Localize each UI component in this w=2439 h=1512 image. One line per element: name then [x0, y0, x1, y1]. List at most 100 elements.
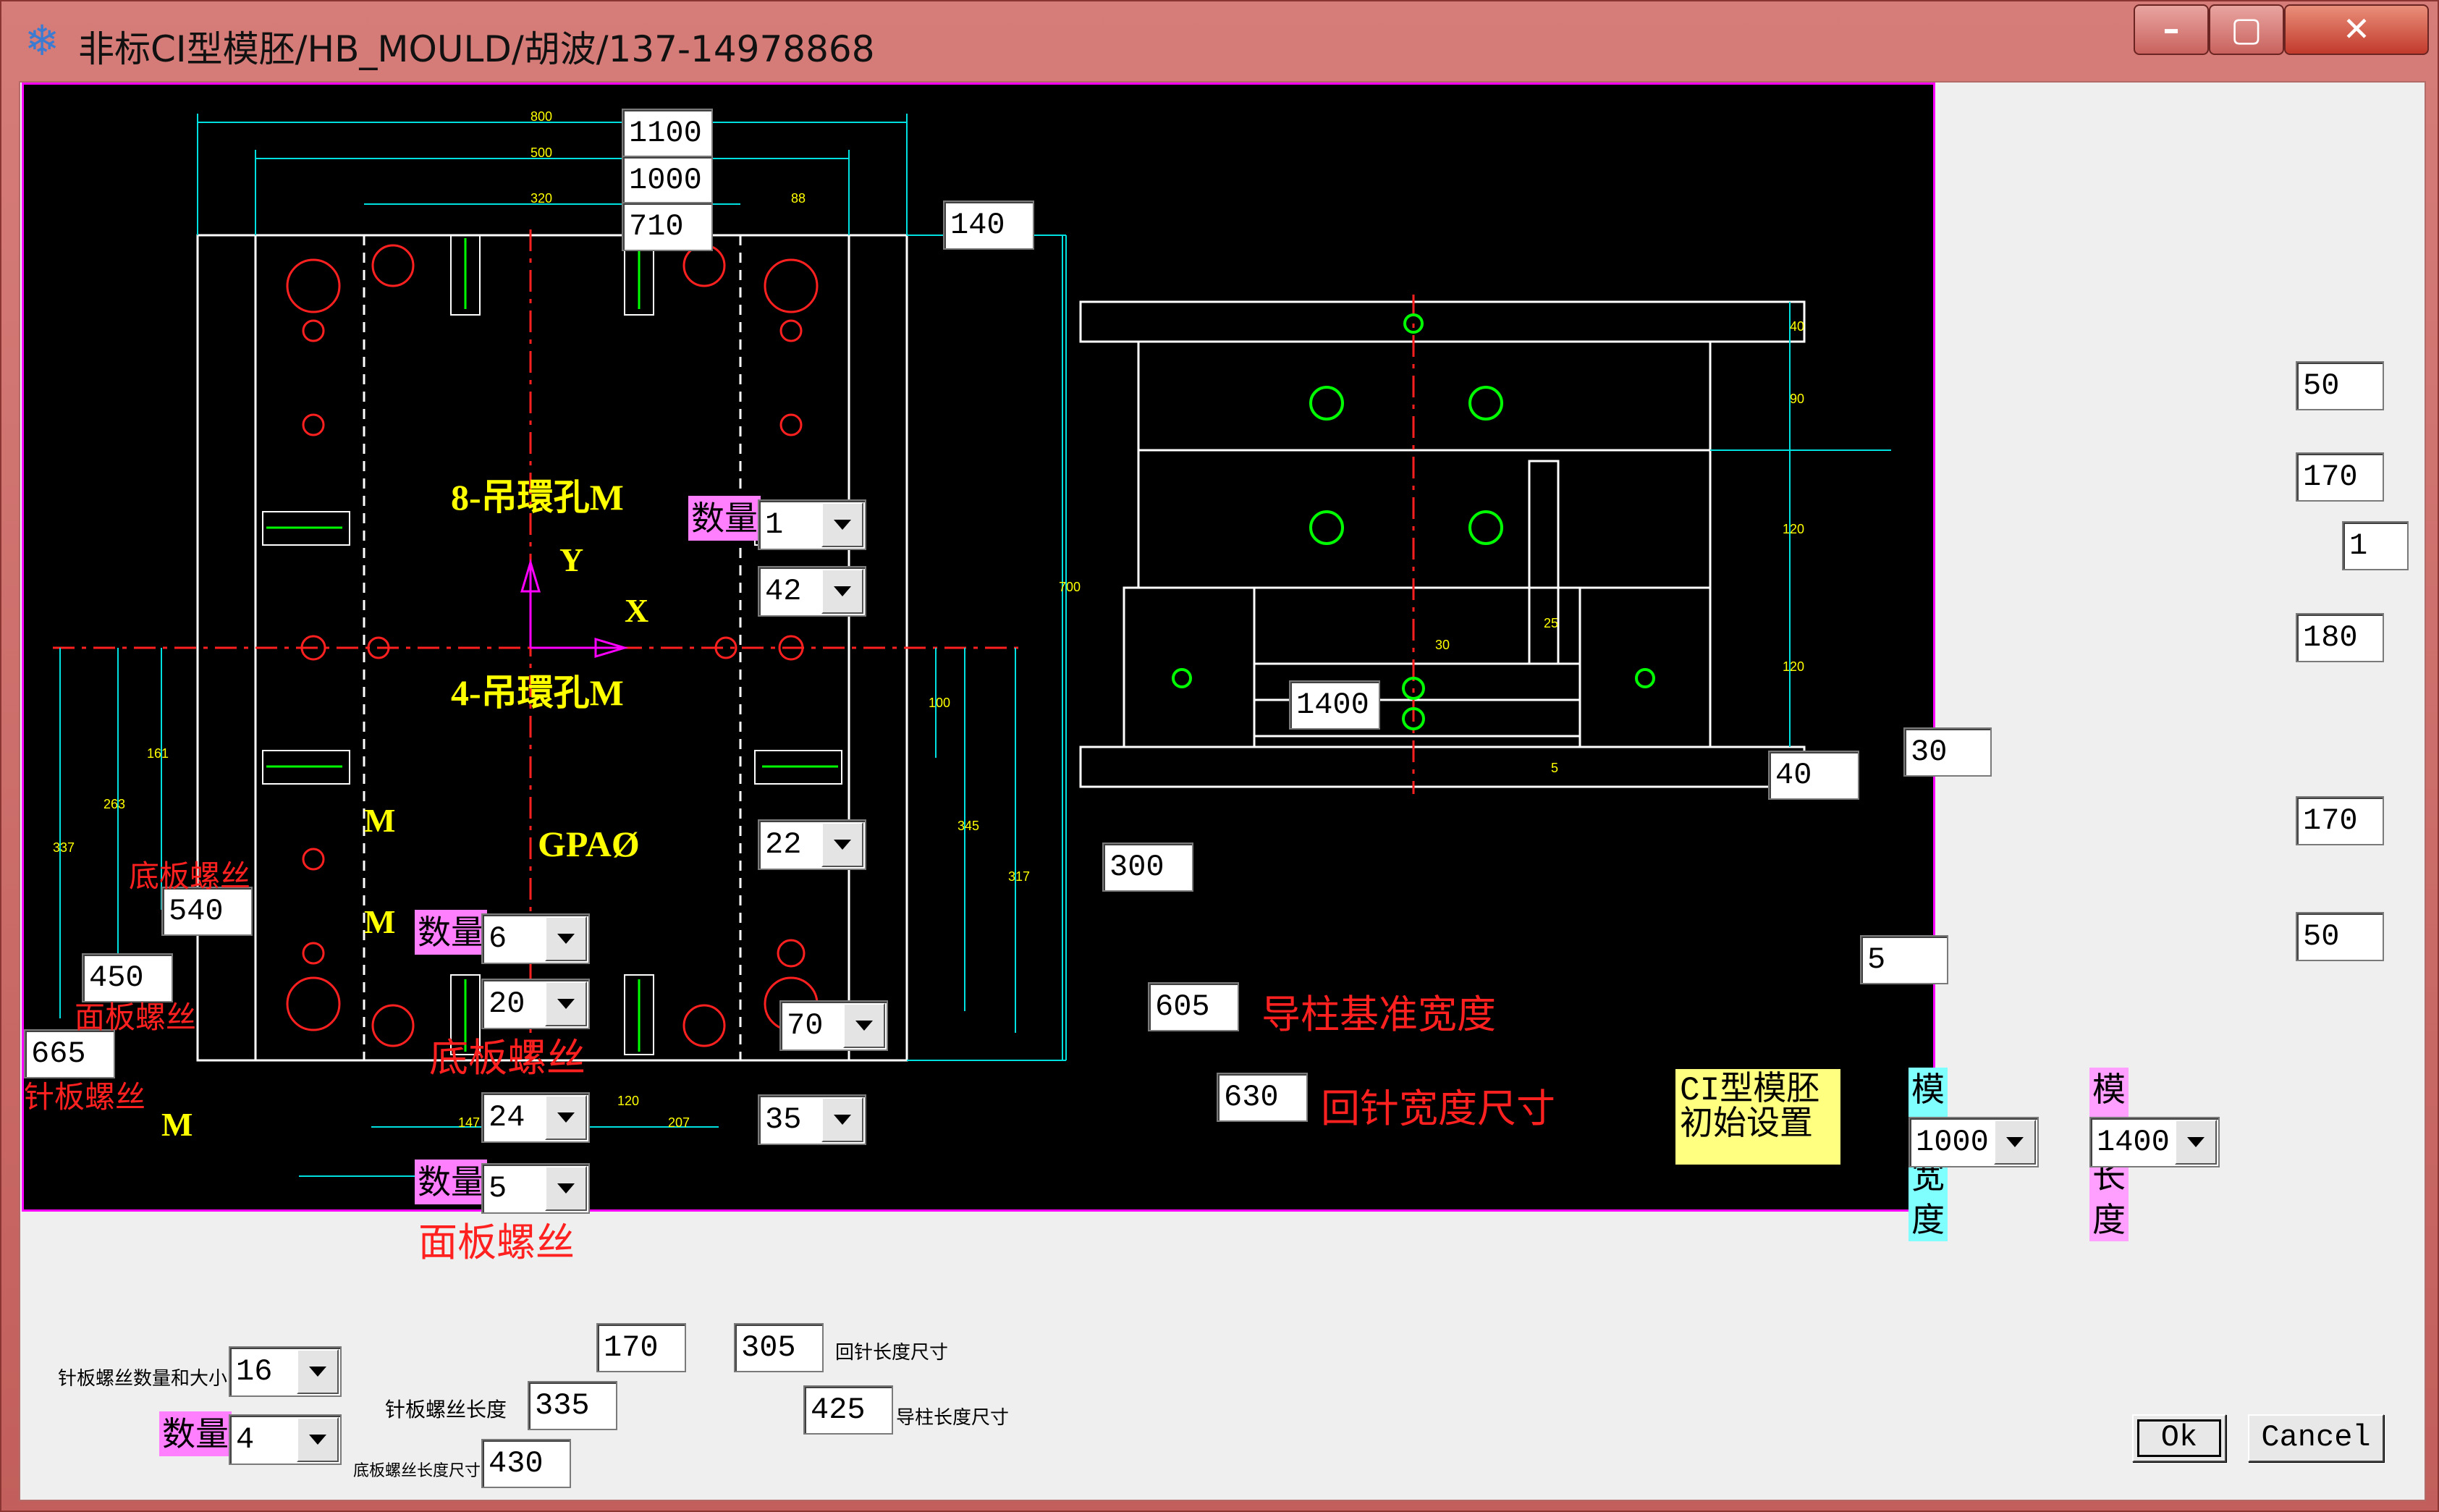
dim-1100-field[interactable]: 1100: [622, 109, 713, 158]
bottom-screw-qty-select[interactable]: 6: [481, 913, 590, 964]
lift-hole-size-select[interactable]: 42: [758, 566, 866, 617]
combo-value: 16: [236, 1354, 273, 1389]
tick-label-120c: 120: [617, 1094, 639, 1108]
chevron-down-icon[interactable]: [545, 981, 587, 1026]
title-bar[interactable]: ❄ 非标CI型模胚/HB_MOULD/胡波/137-14978868 – ▢ ✕: [1, 1, 2439, 80]
m-label-1: M: [364, 802, 396, 839]
guide-pin-length-label: 导柱长度尺寸: [896, 1407, 1010, 1428]
close-button[interactable]: ✕: [2284, 4, 2429, 55]
combo-value: 20: [489, 987, 525, 1021]
dim-1400-field[interactable]: 1400: [1289, 680, 1380, 730]
ok-button[interactable]: Ok: [2132, 1414, 2226, 1462]
pin-screw-length-field[interactable]: 335: [528, 1381, 617, 1430]
minimize-button[interactable]: –: [2134, 4, 2209, 55]
dim-300-field[interactable]: 300: [1102, 842, 1193, 892]
face-screw-size-select[interactable]: 24: [481, 1092, 590, 1143]
tick-label-90: 90: [1790, 392, 1804, 406]
pin-screw-length-label: 针板螺丝长度: [385, 1399, 507, 1422]
pin-screw-size-select[interactable]: 16: [229, 1346, 342, 1397]
chevron-down-icon[interactable]: [297, 1349, 339, 1394]
lift-hole-qty-select[interactable]: 1: [758, 499, 866, 550]
bottom-screw-length-field[interactable]: 430: [481, 1439, 571, 1488]
combo-value: 1400: [2097, 1125, 2170, 1160]
chevron-down-icon[interactable]: [297, 1417, 339, 1462]
plate-a-thickness-field[interactable]: 50: [2296, 361, 2384, 410]
guide-width-label: 导柱基准宽度: [1261, 993, 1496, 1036]
guide-pin-length-field[interactable]: 425: [803, 1385, 893, 1435]
chevron-down-icon[interactable]: [545, 1095, 587, 1140]
ci-initial-setup-button[interactable]: CI型模胚 初始设置: [1675, 1069, 1840, 1165]
ejector-plate-field[interactable]: 30: [1903, 727, 1992, 777]
tick-label-700: 700: [1059, 580, 1081, 594]
bottom-screw-size-select[interactable]: 20: [481, 979, 590, 1029]
bottom-screw-label-2: 底板螺丝: [429, 1036, 586, 1080]
gpa-size-select[interactable]: 22: [758, 819, 866, 870]
tick-label-161: 161: [147, 746, 169, 761]
tick-label-147: 147: [458, 1115, 480, 1130]
combo-value: 5: [489, 1171, 507, 1206]
tick-label-800: 800: [531, 109, 552, 124]
chevron-down-icon[interactable]: [821, 502, 863, 547]
cad-drawing: 800 500 320 88 700 100 345 317 161 263 3…: [53, 109, 1891, 1177]
chevron-down-icon[interactable]: [2175, 1120, 2217, 1165]
mold-length-select[interactable]: 1400: [2089, 1117, 2220, 1167]
lift-hole-8-label: 8-吊環孔M: [451, 477, 624, 518]
qty-label-1: 数量: [688, 496, 761, 541]
spacer-count-field[interactable]: 1: [2342, 521, 2409, 570]
main-window: ❄ 非标CI型模胚/HB_MOULD/胡波/137-14978868 – ▢ ✕: [0, 0, 2439, 1512]
tick-label-263: 263: [103, 797, 125, 811]
chevron-down-icon[interactable]: [545, 1166, 587, 1211]
snowflake-icon: ❄: [24, 16, 60, 65]
pin-screw-qty-select[interactable]: 4: [229, 1414, 342, 1465]
m-label-2: M: [364, 903, 396, 940]
face-screw-label-2: 面板螺丝: [418, 1221, 575, 1264]
maximize-button[interactable]: ▢: [2209, 4, 2284, 55]
value-170-field[interactable]: 170: [596, 1323, 686, 1372]
combo-value: 35: [765, 1102, 802, 1137]
guide-pin-size-select[interactable]: 70: [779, 1000, 888, 1051]
bottom-qty-label: 数量: [159, 1411, 232, 1456]
return-pin-length-field[interactable]: 305: [734, 1323, 824, 1372]
support-plate-field[interactable]: 180: [2296, 613, 2384, 662]
dim-630-field[interactable]: 630: [1217, 1073, 1308, 1122]
tick-label-25: 25: [1544, 616, 1558, 630]
clamp-plate-field[interactable]: 50: [2296, 912, 2384, 961]
chevron-down-icon[interactable]: [545, 916, 587, 961]
gpa-label: GPAØ: [538, 824, 640, 864]
face-screw-qty-select[interactable]: 5: [481, 1163, 590, 1214]
tick-label-317: 317: [1008, 869, 1030, 884]
return-width-label: 回针宽度尺寸: [1321, 1087, 1555, 1131]
chevron-down-icon[interactable]: [1994, 1120, 2036, 1165]
chevron-down-icon[interactable]: [821, 569, 863, 614]
spacer-block-field[interactable]: 170: [2296, 796, 2384, 845]
chevron-down-icon[interactable]: [843, 1003, 885, 1048]
tick-label-120a: 120: [1783, 522, 1804, 536]
chevron-down-icon[interactable]: [821, 1097, 863, 1142]
lift-hole-4-label: 4-吊環孔M: [451, 672, 624, 713]
plate-b-thickness-field[interactable]: 170: [2296, 452, 2384, 502]
mold-drawing-canvas: 800 500 320 88 700 100 345 317 161 263 3…: [22, 83, 2220, 1264]
return-pin-size-select[interactable]: 35: [758, 1094, 866, 1145]
tick-label-5: 5: [1551, 761, 1558, 775]
combo-value: 24: [489, 1100, 525, 1135]
gap-field[interactable]: 5: [1860, 935, 1948, 984]
tick-label-40: 40: [1790, 319, 1804, 334]
tick-label-345: 345: [958, 819, 979, 833]
tick-label-120b: 120: [1783, 659, 1804, 674]
tick-label-337: 337: [53, 840, 75, 855]
pin-screw-qty-size-label: 针板螺丝数量和大小: [58, 1368, 228, 1389]
mold-width-select[interactable]: 1000: [1908, 1117, 2039, 1167]
tick-label-207: 207: [668, 1115, 690, 1130]
dim-40-field[interactable]: 40: [1768, 751, 1859, 800]
combo-value: 4: [236, 1422, 255, 1457]
return-pin-length-label: 回针长度尺寸: [835, 1342, 949, 1363]
qty-label-2: 数量: [415, 910, 487, 955]
m-label-3: M: [161, 1106, 193, 1143]
dim-140-field[interactable]: 140: [943, 200, 1034, 250]
chevron-down-icon[interactable]: [821, 822, 863, 867]
dim-605-field[interactable]: 605: [1148, 982, 1239, 1031]
dim-1000-field[interactable]: 1000: [622, 156, 713, 205]
cancel-button[interactable]: Cancel: [2248, 1414, 2384, 1462]
dim-710-field[interactable]: 710: [622, 202, 713, 251]
combo-value: 22: [765, 827, 802, 862]
